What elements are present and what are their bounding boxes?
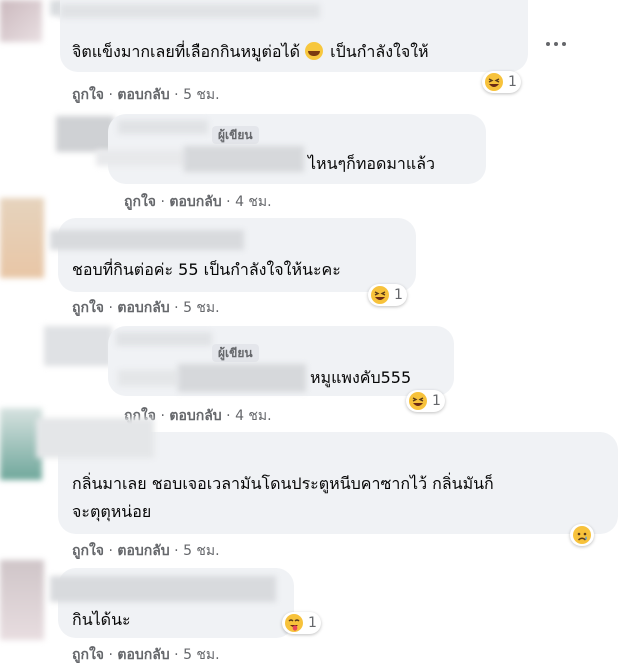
reaction-badge[interactable]: 1	[368, 284, 407, 306]
comment-text: กลิ่นมาเลย ชอบเจอเวลามันโดนประตูหนีบคาซา…	[72, 474, 494, 493]
sad-reaction-icon	[573, 526, 591, 544]
commenter-name[interactable]	[50, 576, 276, 602]
like-link[interactable]: ถูกใจ	[72, 543, 104, 559]
comment-text: ชอบที่กินต่อค่ะ 55 เป็นกำลังใจให้นะคะ	[72, 260, 341, 279]
haha-reaction-icon	[371, 286, 389, 304]
redacted-mention	[118, 370, 178, 386]
reply-link[interactable]: ตอบกลับ	[117, 87, 169, 103]
like-link[interactable]: ถูกใจ	[72, 87, 104, 103]
reply-link[interactable]: ตอบกลับ	[117, 647, 169, 663]
like-link[interactable]: ถูกใจ	[124, 194, 156, 210]
author-badge: ผู้เขียน	[212, 126, 259, 144]
reaction-badge[interactable]: 1	[482, 71, 521, 93]
reaction-badge[interactable]: 1	[406, 390, 445, 412]
reaction-badge[interactable]	[570, 524, 594, 546]
timestamp[interactable]: 5 ชม.	[183, 300, 220, 316]
like-link[interactable]: ถูกใจ	[72, 300, 104, 316]
comment-actions: ถูกใจ · ตอบกลับ · 4 ชม.	[124, 194, 272, 210]
reply-link[interactable]: ตอบกลับ	[117, 543, 169, 559]
reaction-count: 1	[394, 287, 403, 303]
author-badge: ผู้เขียน	[212, 344, 259, 362]
commenter-name[interactable]	[50, 230, 244, 250]
commenter-name[interactable]	[118, 120, 208, 134]
redacted-mention	[184, 146, 304, 172]
comment-text: หมูแพงคับ555	[310, 368, 412, 387]
timestamp[interactable]: 4 ชม.	[235, 194, 272, 210]
grinning-emoji-icon	[305, 42, 324, 60]
commenter-name[interactable]	[116, 332, 212, 346]
commenter-name[interactable]	[36, 418, 154, 458]
timestamp[interactable]: 4 ชม.	[235, 408, 272, 424]
reaction-badge[interactable]: 1	[282, 612, 321, 634]
timestamp[interactable]: 5 ชม.	[183, 87, 220, 103]
comment-text: กินได้นะ	[72, 610, 131, 629]
comment-actions: ถูกใจ · ตอบกลับ · 5 ชม.	[72, 543, 220, 559]
comment-text-line2: จะตุตุหน่อย	[72, 502, 152, 521]
reply-link[interactable]: ตอบกลับ	[169, 194, 221, 210]
commenter-avatar[interactable]	[44, 326, 112, 366]
comment-text: จิตแข็งมากเลยที่เลือกกินหมูต่อได้ เป็นกำ…	[72, 42, 429, 61]
reply-link[interactable]: ตอบกลับ	[169, 408, 221, 424]
reaction-count: 1	[432, 393, 441, 409]
haha-reaction-icon	[485, 73, 503, 91]
avatar[interactable]	[0, 198, 44, 278]
comment-actions: ถูกใจ · ตอบกลับ · 5 ชม.	[72, 300, 220, 316]
timestamp[interactable]: 5 ชม.	[183, 647, 220, 663]
commenter-name[interactable]	[60, 4, 320, 18]
yummy-reaction-icon	[285, 614, 303, 632]
commenter-avatar[interactable]	[56, 116, 114, 152]
redacted-mention	[178, 364, 306, 392]
reaction-count: 1	[508, 74, 517, 90]
avatar[interactable]	[0, 560, 44, 640]
comment-actions: ถูกใจ · ตอบกลับ · 5 ชม.	[72, 87, 220, 103]
reaction-count: 1	[308, 615, 317, 631]
avatar[interactable]	[0, 0, 42, 42]
redacted-mention	[96, 150, 186, 166]
like-link[interactable]: ถูกใจ	[72, 647, 104, 663]
haha-reaction-icon	[409, 392, 427, 410]
reply-link[interactable]: ตอบกลับ	[117, 300, 169, 316]
comment-text: ไหนๆก็ทอดมาแล้ว	[308, 154, 435, 173]
more-options-icon[interactable]	[544, 30, 568, 54]
timestamp[interactable]: 5 ชม.	[183, 543, 220, 559]
